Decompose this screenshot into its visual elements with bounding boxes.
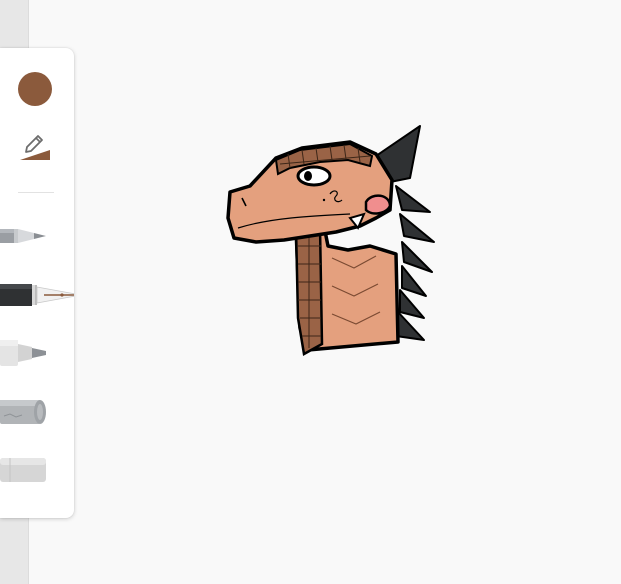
drawing-canvas[interactable] bbox=[80, 0, 621, 584]
pencil-size-icon bbox=[20, 135, 50, 160]
pencil-icon bbox=[0, 229, 46, 243]
eraser-icon bbox=[0, 458, 46, 482]
toolbar-divider bbox=[18, 192, 54, 193]
pencil-stub-icon bbox=[0, 400, 46, 424]
drawing-app bbox=[0, 0, 621, 584]
pencil-stub-tool-button[interactable] bbox=[0, 392, 74, 432]
stroke-size-button[interactable] bbox=[16, 130, 54, 166]
pencil-tool-button[interactable] bbox=[0, 216, 74, 256]
tool-palette bbox=[0, 48, 74, 518]
eraser-tool-button[interactable] bbox=[0, 450, 74, 490]
dragon-head-drawing bbox=[226, 125, 435, 356]
color-swatch-button[interactable] bbox=[18, 72, 52, 106]
fountain-pen-icon bbox=[0, 284, 74, 306]
marker-tool-button[interactable] bbox=[0, 333, 74, 373]
marker-icon bbox=[0, 340, 46, 366]
fountain-pen-tool-button[interactable] bbox=[0, 275, 74, 315]
